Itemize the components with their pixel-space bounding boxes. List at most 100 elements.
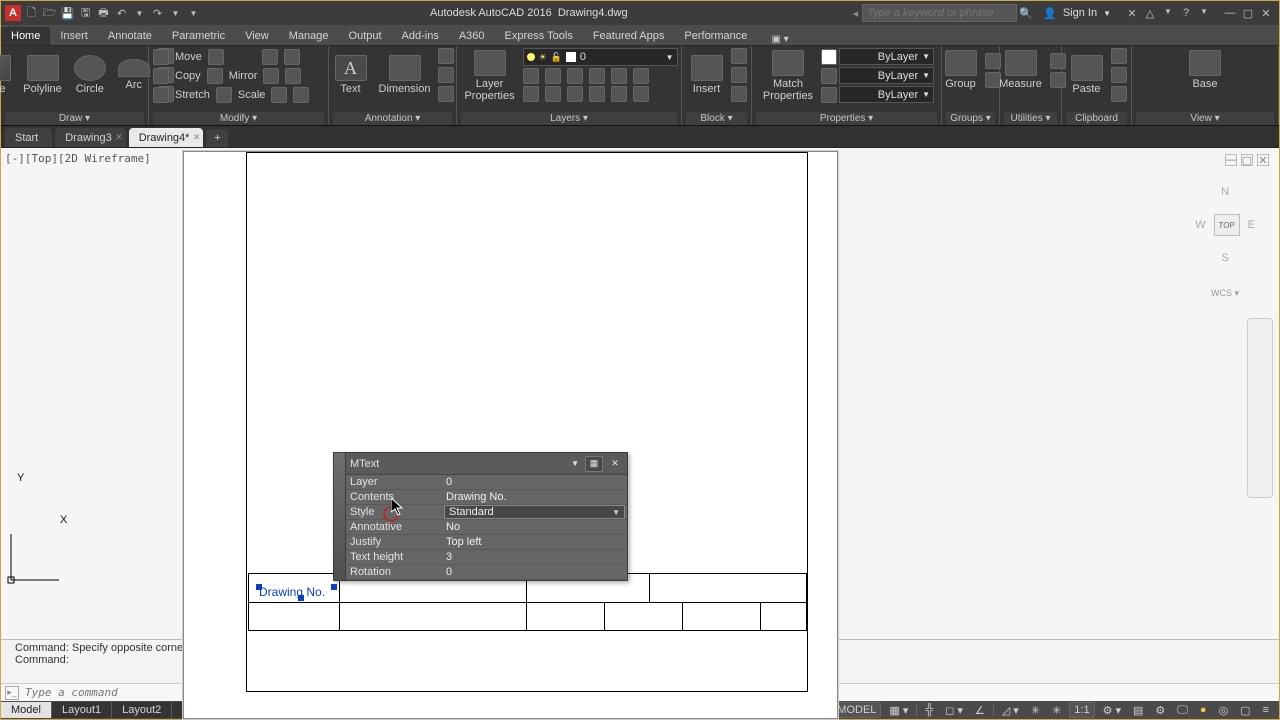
panel-modify-label[interactable]: Modify ▾ (153, 112, 324, 125)
prop-color-combo[interactable]: ByLayer▼ (839, 48, 934, 65)
qp-row-layer[interactable]: Layer0 (346, 475, 627, 490)
selection-grip-tr[interactable] (331, 584, 337, 590)
status-scale[interactable]: 1:1 (1069, 702, 1094, 718)
copy-icon[interactable] (153, 68, 169, 84)
panel-layers-label[interactable]: Layers ▾ (461, 112, 677, 125)
status-annoscale-icon[interactable]: ✳ (1027, 703, 1044, 718)
qp-row-justify[interactable]: JustifyTop left (346, 535, 627, 550)
status-qp-icon[interactable]: ▤ (1129, 703, 1147, 718)
ucs-icon[interactable]: YX (5, 520, 75, 594)
panel-block-label[interactable]: Block ▾ (686, 112, 747, 125)
qat-open-icon[interactable]: 🗁 (42, 6, 57, 21)
qp-row-text-height[interactable]: Text height3 (346, 550, 627, 565)
rotate-icon[interactable] (208, 49, 224, 65)
close-icon[interactable]: ✕ (1259, 7, 1273, 20)
panel-properties-label[interactable]: Properties ▾ (756, 112, 937, 125)
status-workspace-icon[interactable]: ⚙ (1151, 703, 1169, 718)
qat-customize-dropdown[interactable]: ▼ (186, 6, 201, 21)
polyline-button[interactable]: Polyline (19, 53, 66, 97)
layer-b10[interactable] (589, 86, 605, 102)
palette-grip[interactable] (334, 453, 346, 580)
annot-flyout-1[interactable] (438, 48, 454, 64)
ribbon-min-icon[interactable]: ▣ ▾ (771, 34, 788, 45)
vc-e[interactable]: E (1248, 219, 1255, 231)
clip-b3[interactable] (1111, 86, 1127, 102)
file-tab-close[interactable]: ✕ (115, 132, 123, 143)
qat-new-icon[interactable]: 🗋 (24, 6, 39, 21)
palette-customize-icon[interactable]: ▦ (585, 456, 603, 472)
move-label[interactable]: Move (175, 51, 202, 63)
ribbon-tab-express-tools[interactable]: Express Tools (495, 27, 583, 45)
panel-draw-label[interactable]: Draw ▾ (5, 112, 144, 125)
maximize-icon[interactable]: ▢ (1241, 7, 1255, 20)
circle-button[interactable]: Circle (70, 53, 110, 97)
help-icon[interactable]: ? (1179, 7, 1193, 20)
prop-lt-icon[interactable] (821, 87, 837, 103)
line-button[interactable]: Line (0, 53, 15, 97)
file-tab-drawing3[interactable]: Drawing3✕ (55, 128, 125, 147)
status-monitor-icon[interactable]: 🖵 (1173, 703, 1192, 718)
layer-b6[interactable] (633, 68, 649, 84)
ribbon-tab-home[interactable]: Home (1, 27, 50, 45)
ribbon-tab-a360[interactable]: A360 (449, 27, 495, 45)
help-dropdown[interactable]: ▼ (1197, 7, 1211, 20)
quick-properties-palette[interactable]: MText ▼ ▦ ✕ Layer0ContentsDrawing No.Sty… (333, 452, 628, 581)
model-tab-layout1[interactable]: Layout1 (52, 702, 112, 718)
modify-x3[interactable] (293, 87, 309, 103)
palette-close-icon[interactable]: ✕ (606, 456, 624, 472)
stretch-icon[interactable] (153, 87, 169, 103)
a360-dropdown[interactable]: ▼ (1161, 7, 1175, 20)
qp-value[interactable]: Standard▼ (444, 505, 625, 519)
vc-n[interactable]: N (1195, 186, 1255, 198)
qat-undo-icon[interactable]: ↶ (114, 6, 129, 21)
layer-b12[interactable] (633, 86, 649, 102)
layer-properties-button[interactable]: Layer Properties (460, 48, 518, 104)
array-icon[interactable] (271, 87, 287, 103)
workspace[interactable]: [-][Top][2D Wireframe] —▢✕ (1, 148, 1279, 639)
status-grid-icon[interactable]: ▦ ▾ (885, 703, 912, 718)
mirror-label[interactable]: Mirror (229, 70, 258, 82)
exchange-icon[interactable]: ✕ (1125, 7, 1139, 20)
layer-b3[interactable] (567, 68, 583, 84)
layer-b2[interactable] (545, 68, 561, 84)
ribbon-tab-performance[interactable]: Performance (674, 27, 757, 45)
qp-row-annotative[interactable]: AnnotativeNo (346, 520, 627, 535)
block-b2[interactable] (731, 67, 747, 83)
status-annovisibility-icon[interactable]: ✳ (1048, 703, 1065, 718)
status-isolate-icon[interactable]: ◎ (1215, 703, 1233, 718)
app-logo[interactable]: A (5, 5, 21, 21)
measure-button[interactable]: Measure (995, 48, 1046, 92)
command-prompt-icon[interactable]: ▸_ (5, 686, 19, 700)
ribbon-tab-annotate[interactable]: Annotate (98, 27, 162, 45)
vp-minimize[interactable]: — (1225, 154, 1237, 166)
annot-flyout-2[interactable] (438, 67, 454, 83)
ribbon-tab-manage[interactable]: Manage (279, 27, 339, 45)
annot-flyout-3[interactable] (438, 86, 454, 102)
status-polar-icon[interactable]: ∠ (971, 703, 989, 718)
text-button[interactable]: AText (331, 53, 371, 97)
qp-row-rotation[interactable]: Rotation0 (346, 565, 627, 580)
search-input[interactable] (862, 4, 1017, 22)
paste-button[interactable]: Paste (1067, 53, 1107, 97)
a360-icon[interactable]: △ (1143, 7, 1157, 20)
status-hardware-icon[interactable]: ● (1196, 703, 1211, 717)
qp-row-contents[interactable]: ContentsDrawing No. (346, 490, 627, 505)
status-iso-icon[interactable]: ◿ ▾ (998, 703, 1023, 718)
status-model[interactable]: MODEL (832, 702, 881, 718)
copy-label[interactable]: Copy (175, 70, 201, 82)
fillet-icon[interactable] (263, 68, 279, 84)
model-tab-model[interactable]: Model (1, 702, 52, 718)
ribbon-tab-insert[interactable]: Insert (50, 27, 98, 45)
ribbon-tab-view[interactable]: View (235, 27, 279, 45)
palette-type-dropdown[interactable]: ▼ (571, 459, 579, 468)
trim-icon[interactable] (262, 49, 278, 65)
arc-button[interactable]: Arc (114, 57, 154, 93)
status-clean-icon[interactable]: ▢ (1236, 703, 1254, 718)
status-customize-icon[interactable]: ≡ (1259, 703, 1273, 717)
file-tab-drawing4[interactable]: Drawing4*✕ (129, 128, 204, 147)
qat-print-icon[interactable]: 🖶 (96, 6, 111, 21)
layer-b5[interactable] (611, 68, 627, 84)
prop-color-swatch[interactable] (821, 49, 837, 65)
qat-save-icon[interactable]: 💾 (60, 6, 75, 21)
model-tab-layout2[interactable]: Layout2 (112, 702, 172, 718)
